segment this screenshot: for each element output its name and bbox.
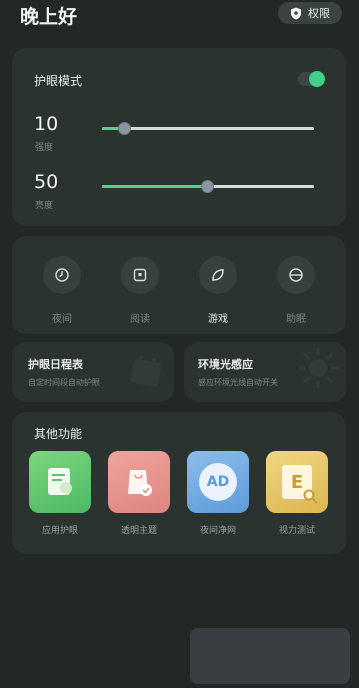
app-doc-icon [48, 468, 72, 495]
transparent-theme-tile[interactable] [108, 451, 170, 513]
ambient-subtitle: 感应环境光线自动开关 [198, 378, 278, 387]
tile-label-app: 应用护眼 [41, 526, 78, 536]
tile-label-theme: 透明主题 [120, 526, 157, 536]
magnifier-icon [303, 489, 318, 504]
permission-label: 权限 [308, 7, 330, 20]
tile-label-vision: 视力测试 [278, 526, 315, 536]
mode-reading[interactable]: 阅读 [112, 256, 168, 325]
strength-slider[interactable] [102, 127, 314, 130]
other-functions-title: 其他功能 [34, 427, 83, 441]
schedule-subtitle: 自定时间段自动护眼 [28, 378, 100, 387]
schedule-title: 护眼日程表 [28, 358, 83, 371]
toggle-knob [309, 71, 325, 87]
eye-mode-toggle[interactable] [298, 71, 325, 87]
strength-slider-thumb[interactable] [118, 122, 131, 135]
moon-clock-icon [55, 268, 69, 282]
sun-icon [297, 347, 339, 389]
ambient-light-card[interactable]: 环境光感应 感应环境光线自动开关 [184, 342, 346, 402]
mode-label-reading: 阅读 [130, 314, 150, 325]
ambient-title: 环境光感应 [198, 358, 253, 371]
brightness-slider-thumb[interactable] [201, 180, 214, 193]
sleep-circle-icon [289, 268, 303, 282]
ad-icon-text: AD [206, 474, 230, 490]
mode-label-sleep: 助眠 [286, 314, 306, 325]
eye-chart-letter: E [290, 471, 304, 493]
leaf-icon [212, 269, 224, 281]
tile-label-net: 夜间净网 [199, 526, 236, 536]
mode-night[interactable]: 夜间 [34, 256, 90, 325]
mode-game[interactable]: 游戏 [190, 256, 246, 325]
vision-test-tile[interactable]: E [266, 451, 328, 513]
calendar-icon [130, 355, 162, 387]
brightness-value: 50 [34, 171, 59, 193]
ad-icon: AD [199, 463, 237, 501]
eye-mode-title: 护眼模式 [34, 74, 83, 88]
book-square-icon [133, 268, 147, 282]
greeting-title: 晚上好 [20, 6, 78, 28]
shopping-bag-icon [128, 470, 152, 496]
app-eye-protection-tile[interactable] [29, 451, 91, 513]
eye-chart-icon: E [282, 465, 318, 504]
strength-value: 10 [34, 113, 59, 135]
schedule-card[interactable]: 护眼日程表 自定时间段自动护眼 [12, 342, 174, 402]
permission-button[interactable]: 权限 [278, 2, 342, 24]
strength-label: 强度 [35, 143, 54, 153]
mode-label-night: 夜间 [52, 314, 72, 325]
mode-sleep[interactable]: 助眠 [268, 256, 324, 325]
brightness-label: 亮度 [35, 201, 54, 211]
watermark-logo [190, 628, 350, 684]
mode-label-game: 游戏 [208, 314, 228, 325]
brightness-slider-fill [102, 185, 208, 188]
shield-icon [291, 7, 301, 19]
night-net-filter-tile[interactable]: AD [187, 451, 249, 513]
